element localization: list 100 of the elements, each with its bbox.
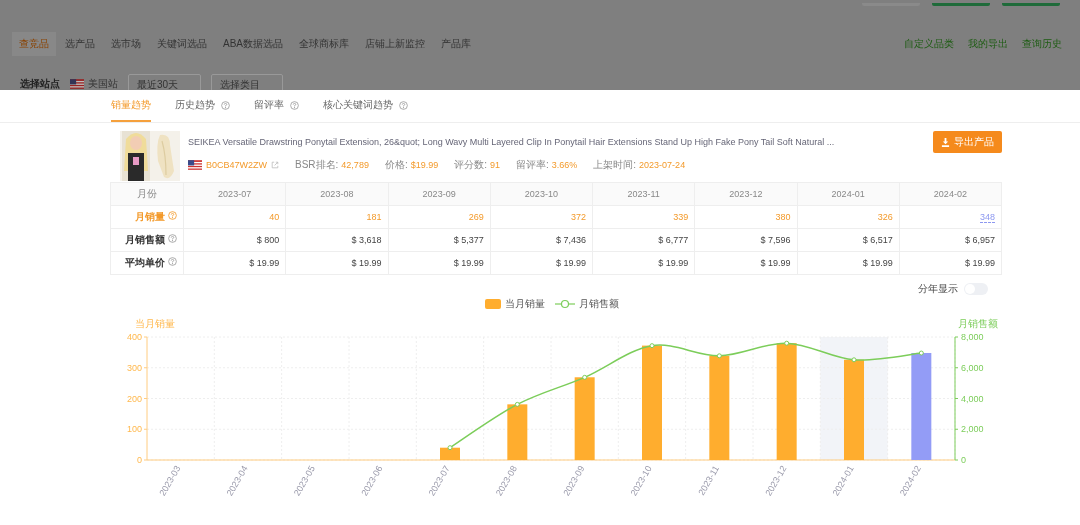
table-header: 2023-12 bbox=[694, 182, 797, 206]
bar[interactable] bbox=[440, 447, 460, 460]
nav-link[interactable]: 自定义品类 bbox=[898, 37, 960, 51]
table-cell: 269 bbox=[388, 205, 491, 229]
stat-label: 上架时间: bbox=[593, 159, 637, 170]
table-header: 2023-09 bbox=[388, 182, 491, 206]
line-point[interactable] bbox=[851, 357, 857, 363]
stat-value: $19.99 bbox=[410, 160, 439, 170]
modal-tab[interactable]: 留评率 bbox=[254, 90, 299, 122]
axis-tick-label: 8,000 bbox=[961, 332, 984, 342]
table-cell: $ 19.99 bbox=[285, 251, 388, 275]
line-point[interactable] bbox=[514, 401, 520, 407]
table-cell: $ 19.99 bbox=[592, 251, 695, 275]
table-cell: $ 800 bbox=[183, 228, 286, 252]
help-icon bbox=[399, 100, 408, 110]
axis-tick-label: 100 bbox=[126, 424, 142, 435]
nav-link[interactable]: 查询历史 bbox=[1016, 37, 1068, 51]
table-header: 2024-01 bbox=[797, 182, 900, 206]
row-label: 月销量 bbox=[110, 205, 184, 229]
legend-label[interactable]: 月销售额 bbox=[579, 297, 619, 311]
row-label: 平均单价 bbox=[110, 251, 184, 275]
axis-tick-label: 4,000 bbox=[961, 393, 984, 404]
table-cell: $ 19.99 bbox=[490, 251, 593, 275]
table-cell: $ 6,517 bbox=[797, 228, 900, 252]
line-point[interactable] bbox=[447, 445, 453, 451]
axis-title: 月销售额 bbox=[958, 318, 998, 329]
toggle-label: 分年显示 bbox=[918, 282, 958, 296]
table-header: 2024-02 bbox=[899, 182, 1002, 206]
stat-label: BSR排名: bbox=[295, 159, 339, 170]
line-point[interactable] bbox=[918, 350, 924, 356]
legend-line-icon bbox=[555, 299, 575, 309]
legend-label[interactable]: 当月销量 bbox=[505, 297, 545, 311]
bar[interactable] bbox=[709, 355, 730, 460]
bar[interactable] bbox=[776, 343, 797, 460]
nav-tab[interactable]: 全球商标库 bbox=[292, 32, 356, 56]
nav-tab[interactable]: 查竞品 bbox=[12, 32, 56, 56]
table-cell: $ 19.99 bbox=[388, 251, 491, 275]
line-point[interactable] bbox=[716, 353, 722, 359]
asin-link[interactable]: B0CB47W2ZW bbox=[206, 160, 267, 170]
table-cell: $ 19.99 bbox=[899, 251, 1002, 275]
help-icon bbox=[168, 211, 177, 220]
bar[interactable] bbox=[642, 345, 662, 460]
nav-tab[interactable]: 选产品 bbox=[58, 32, 102, 56]
stat-value: 91 bbox=[490, 160, 500, 170]
axis-title: 当月销量 bbox=[135, 318, 175, 329]
table-cell: 40 bbox=[183, 205, 286, 229]
table-cell: $ 19.99 bbox=[694, 251, 797, 275]
legend-bar-icon bbox=[485, 299, 501, 309]
stat-label: 评分数: bbox=[454, 159, 487, 170]
modal-tab[interactable]: 销量趋势 bbox=[111, 90, 151, 122]
export-button[interactable]: 导出产品 bbox=[933, 131, 1002, 153]
table-cell: 339 bbox=[592, 205, 695, 229]
header-button[interactable] bbox=[932, 3, 990, 6]
header-button[interactable] bbox=[1002, 3, 1060, 6]
filter-label: 选择站点 bbox=[20, 77, 60, 90]
axis-tick-label: 400 bbox=[126, 332, 142, 342]
table-header: 2023-10 bbox=[490, 182, 593, 206]
nav-tab[interactable]: 选市场 bbox=[104, 32, 148, 56]
table-header: 2023-07 bbox=[183, 182, 286, 206]
table-cell: 326 bbox=[797, 205, 900, 229]
line-point[interactable] bbox=[582, 374, 588, 380]
help-icon bbox=[290, 100, 299, 110]
table-cell: 372 bbox=[490, 205, 593, 229]
bar[interactable] bbox=[911, 353, 932, 460]
help-icon bbox=[221, 100, 230, 110]
table-cell: 348 bbox=[899, 205, 1002, 229]
stat-value: 42,789 bbox=[341, 160, 369, 170]
site-select[interactable]: 美国站 bbox=[70, 74, 118, 90]
table-cell: 181 bbox=[285, 205, 388, 229]
row-label: 月销售额 bbox=[110, 228, 184, 252]
stat-label: 价格: bbox=[384, 159, 408, 170]
axis-tick-label: 6,000 bbox=[961, 362, 984, 373]
nav-tab[interactable]: 关键词选品 bbox=[150, 32, 214, 56]
table-header: 月份 bbox=[110, 182, 184, 206]
modal-tab[interactable]: 历史趋势 bbox=[175, 90, 230, 122]
stat-value: 3.66% bbox=[551, 160, 578, 170]
stat-value: 2023-07-24 bbox=[639, 160, 686, 170]
table-cell: $ 7,436 bbox=[490, 228, 593, 252]
external-link-icon[interactable] bbox=[271, 161, 279, 169]
axis-tick-label: 2,000 bbox=[961, 424, 984, 435]
bar[interactable] bbox=[574, 377, 595, 460]
nav-link[interactable]: 我的导出 bbox=[962, 37, 1014, 51]
table-cell: 380 bbox=[694, 205, 797, 229]
line-point[interactable] bbox=[649, 343, 655, 349]
line-point[interactable] bbox=[784, 340, 790, 346]
table-cell: $ 5,377 bbox=[388, 228, 491, 252]
bar[interactable] bbox=[507, 404, 528, 460]
nav-tab[interactable]: ABA数据选品 bbox=[216, 32, 290, 56]
table-cell: $ 19.99 bbox=[183, 251, 286, 275]
table-cell: $ 6,777 bbox=[592, 228, 695, 252]
table-cell: $ 6,957 bbox=[899, 228, 1002, 252]
axis-tick-label: 0 bbox=[961, 455, 966, 465]
help-icon bbox=[168, 257, 177, 266]
axis-tick-label: 200 bbox=[126, 393, 142, 404]
modal-tab[interactable]: 核心关键词趋势 bbox=[323, 90, 408, 122]
bar[interactable] bbox=[844, 359, 864, 460]
table-cell: $ 3,618 bbox=[285, 228, 388, 252]
table-header: 2023-11 bbox=[592, 182, 695, 206]
nav-tab[interactable]: 产品库 bbox=[434, 32, 478, 56]
axis-tick-label: 0 bbox=[137, 455, 142, 465]
